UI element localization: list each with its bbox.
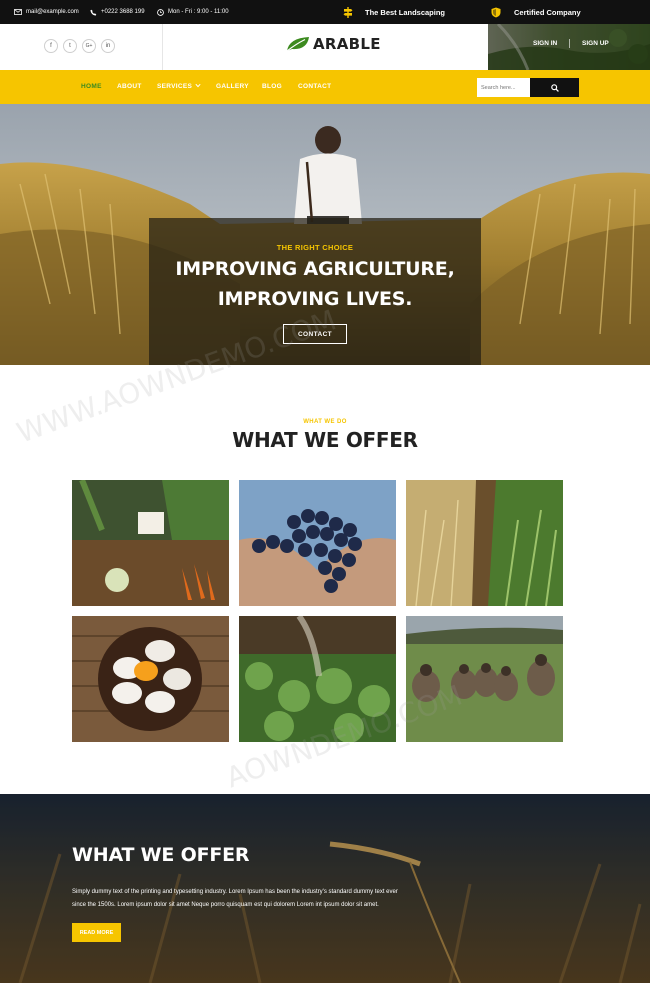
nav-item-contact[interactable]: CONTACT (298, 83, 331, 90)
grapes-photo (239, 480, 396, 606)
clock-icon (157, 8, 164, 16)
nav-item-services-label: SERVICES (157, 83, 193, 90)
nav-item-about[interactable]: ABOUT (117, 83, 142, 90)
google-plus-icon[interactable]: G+ (82, 39, 96, 53)
main-navigation: HOME ABOUT SERVICES GALLERY BLOG CONTACT (0, 70, 650, 104)
banner-text: Simply dummy text of the printing and ty… (72, 886, 412, 912)
offer-tile-sheep[interactable] (406, 616, 563, 742)
hero-banner: THE RIGHT CHOICE IMPROVING AGRICULTURE, … (0, 104, 650, 365)
banner-title: WHAT WE OFFER (72, 844, 250, 866)
banner-text-line-1: Simply dummy text of the printing and ty… (72, 889, 398, 895)
wheat-corn-photo (406, 480, 563, 606)
read-more-button[interactable]: READ MORE (72, 923, 121, 942)
nav-item-gallery[interactable]: GALLERY (216, 83, 249, 90)
site-logo[interactable]: ARABLE (286, 35, 381, 53)
offer-tile-vegetables[interactable] (72, 480, 229, 606)
signpost-icon (343, 6, 353, 18)
nav-item-services[interactable]: SERVICES (157, 83, 201, 90)
sheep-photo (406, 616, 563, 742)
site-header: f t G+ in ARABLE SIGN IN SIGN UP (0, 24, 650, 70)
banner-text-line-2: since the 1500s. Lorem ipsum dolor sit a… (72, 902, 379, 908)
top-bar: mail@example.com +0222 3688 199 Mon - Fr… (0, 0, 650, 24)
tagline-info: The Best Landscaping (343, 0, 445, 24)
logo-text: ARABLE (313, 35, 381, 53)
hero-title-line-1: IMPROVING AGRICULTURE, (175, 258, 455, 280)
offer-banner: WHAT WE OFFER Simply dummy text of the p… (0, 794, 650, 983)
linkedin-icon[interactable]: in (101, 39, 115, 53)
mail-icon (14, 9, 22, 15)
search-button[interactable] (530, 78, 579, 97)
certified-info: Certified Company (491, 0, 581, 24)
account-area: SIGN IN SIGN UP (488, 24, 650, 70)
search-input[interactable] (477, 78, 530, 97)
contact-button[interactable]: CONTACT (283, 324, 347, 344)
nav-item-home[interactable]: HOME (81, 83, 102, 90)
twitter-icon[interactable]: t (63, 39, 77, 53)
offer-subtitle: WHAT WE DO (303, 419, 347, 425)
phone-icon (90, 9, 97, 16)
sign-in-link[interactable]: SIGN IN (533, 40, 557, 47)
nav-item-blog[interactable]: BLOG (262, 83, 282, 90)
social-links: f t G+ in (44, 39, 115, 53)
eggs-photo (72, 616, 229, 742)
sign-separator (569, 39, 570, 48)
chevron-down-icon (195, 83, 201, 88)
hours-text: Mon - Fri : 9:00 - 11:00 (168, 9, 229, 15)
facebook-icon[interactable]: f (44, 39, 58, 53)
hero-title-line-2: IMPROVING LIVES. (217, 288, 413, 310)
search-form (477, 78, 579, 97)
offer-title: WHAT WE OFFER (232, 428, 418, 452)
vegetables-photo (72, 480, 229, 606)
offer-tile-grapes[interactable] (239, 480, 396, 606)
offer-tile-seedlings[interactable] (239, 616, 396, 742)
certified-text: Certified Company (514, 7, 581, 17)
hours-info: Mon - Fri : 9:00 - 11:00 (157, 0, 229, 24)
phone-text: +0222 3688 199 (101, 9, 145, 15)
phone-contact[interactable]: +0222 3688 199 (90, 0, 145, 24)
offer-tile-eggs[interactable] (72, 616, 229, 742)
hero-subtitle: THE RIGHT CHOICE (276, 243, 354, 252)
sign-up-link[interactable]: SIGN UP (582, 40, 609, 47)
email-text: mail@example.com (26, 9, 79, 15)
offer-tile-wheat-corn[interactable] (406, 480, 563, 606)
shield-icon (491, 7, 501, 17)
tagline-text: The Best Landscaping (365, 7, 446, 17)
header-divider (162, 24, 163, 70)
leaf-icon (286, 37, 309, 52)
seedlings-photo (239, 616, 396, 742)
search-icon (550, 83, 559, 92)
hero-caption-box: THE RIGHT CHOICE IMPROVING AGRICULTURE, … (149, 218, 481, 365)
email-contact[interactable]: mail@example.com (14, 0, 79, 24)
